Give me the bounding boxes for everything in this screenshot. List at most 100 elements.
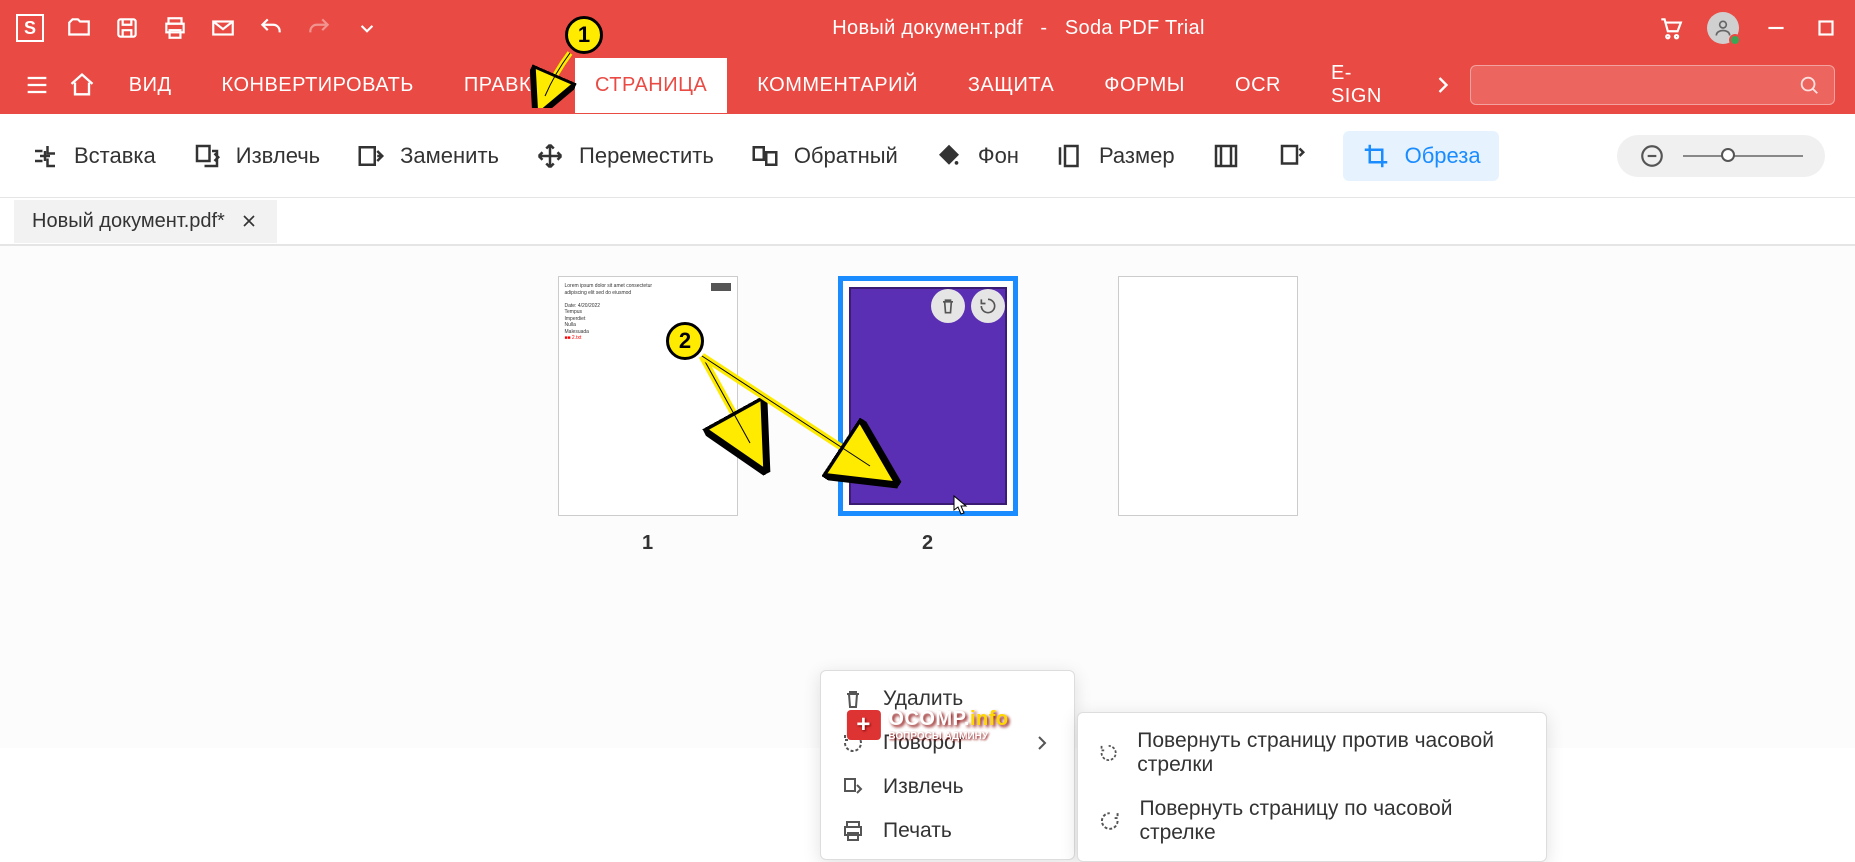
open-icon[interactable] — [66, 15, 92, 41]
workspace: Lorem ipsum dolor sit amet consecteturad… — [0, 246, 1855, 748]
search-icon — [1798, 74, 1820, 96]
pages-container: Lorem ipsum dolor sit amet consecteturad… — [0, 246, 1855, 555]
page-number-2: 2 — [922, 532, 933, 555]
minimize-icon[interactable] — [1763, 15, 1789, 41]
user-avatar[interactable] — [1707, 12, 1739, 44]
tool-move[interactable]: Переместить — [535, 141, 714, 171]
tool-margins[interactable] — [1211, 141, 1241, 171]
arrow-2a — [690, 348, 910, 498]
page-thumbnail-3[interactable] — [1118, 276, 1298, 516]
navbar: ВИД КОНВЕРТИРОВАТЬ ПРАВКА СТРАНИЦА КОММЕ… — [0, 56, 1855, 114]
reverse-icon — [750, 141, 780, 171]
layout-icon — [1277, 141, 1307, 171]
watermark-brand: OCOMP.info — [888, 708, 1008, 731]
nav-convert[interactable]: КОНВЕРТИРОВАТЬ — [202, 58, 434, 113]
nav-esign[interactable]: E-SIGN — [1311, 46, 1416, 124]
hamburger-icon[interactable] — [20, 66, 54, 104]
tabbar: Новый документ.pdf* — [0, 198, 1855, 246]
print-icon — [841, 819, 865, 843]
page-3-wrap — [1118, 276, 1298, 555]
title-doc: Новый документ.pdf — [832, 17, 1022, 39]
extract-icon — [192, 141, 222, 171]
tool-size-label: Размер — [1099, 143, 1175, 169]
app-logo[interactable]: S — [16, 14, 44, 42]
submenu-ccw[interactable]: Повернуть страницу против часовой стрелк… — [1078, 719, 1546, 787]
search-input[interactable] — [1470, 65, 1835, 105]
insert-icon — [30, 141, 60, 171]
watermark-badge: + — [846, 710, 880, 740]
chevron-right-icon — [1030, 731, 1054, 755]
zoom-thumb[interactable] — [1721, 148, 1735, 162]
mouse-cursor — [952, 494, 970, 521]
nav-ocr[interactable]: OCR — [1215, 58, 1301, 113]
close-icon[interactable] — [239, 211, 259, 231]
submenu-ccw-label: Повернуть страницу против часовой стрелк… — [1137, 729, 1526, 777]
nav-forms[interactable]: ФОРМЫ — [1084, 58, 1205, 113]
redo-icon[interactable] — [306, 15, 332, 41]
submenu-cw[interactable]: Повернуть страницу по часовой стрелке — [1078, 787, 1546, 855]
dropdown-icon[interactable] — [354, 15, 380, 41]
page-rotate-button[interactable] — [971, 289, 1005, 323]
zoom-control[interactable] — [1617, 135, 1825, 177]
nav-view[interactable]: ВИД — [109, 58, 192, 113]
toolbar: Вставка Извлечь Заменить Переместить Обр… — [0, 114, 1855, 198]
tool-insert-label: Вставка — [74, 143, 156, 169]
titlebar-right — [1657, 12, 1839, 44]
tool-background-label: Фон — [978, 143, 1019, 169]
callout-2: 2 — [666, 322, 704, 360]
rotate-ccw-icon — [1098, 741, 1119, 765]
page-2-tools — [931, 289, 1005, 323]
tool-replace-label: Заменить — [400, 143, 499, 169]
tool-extract[interactable]: Извлечь — [192, 141, 320, 171]
save-icon[interactable] — [114, 15, 140, 41]
move-icon — [535, 141, 565, 171]
cart-icon[interactable] — [1657, 15, 1683, 41]
document-tab-label: Новый документ.pdf* — [32, 210, 225, 233]
tool-extract-label: Извлечь — [236, 143, 320, 169]
maximize-icon[interactable] — [1813, 15, 1839, 41]
margins-icon — [1211, 141, 1241, 171]
rotate-cw-icon — [1098, 809, 1121, 833]
zoom-slider[interactable] — [1683, 155, 1803, 157]
callout-1: 1 — [565, 16, 603, 54]
undo-icon[interactable] — [258, 15, 284, 41]
tool-size[interactable]: Размер — [1055, 141, 1175, 171]
nav-page[interactable]: СТРАНИЦА — [575, 58, 727, 113]
nav-protect[interactable]: ЗАЩИТА — [948, 58, 1074, 113]
status-dot — [1729, 34, 1741, 46]
watermark: + OCOMP.info ВОПРОСЫ АДМИНУ — [846, 708, 1008, 742]
tool-layout[interactable] — [1277, 141, 1307, 171]
ctx-extract[interactable]: Извлечь — [821, 765, 1074, 809]
title-app: Soda PDF Trial — [1065, 17, 1205, 39]
tool-insert[interactable]: Вставка — [30, 141, 156, 171]
background-icon — [934, 141, 964, 171]
page-number-1: 1 — [642, 532, 653, 555]
tool-move-label: Переместить — [579, 143, 714, 169]
ctx-print[interactable]: Печать — [821, 809, 1074, 853]
ctx-extract-label: Извлечь — [883, 775, 964, 799]
tool-background[interactable]: Фон — [934, 141, 1019, 171]
page-delete-button[interactable] — [931, 289, 965, 323]
print-icon[interactable] — [162, 15, 188, 41]
watermark-sub: ВОПРОСЫ АДМИНУ — [888, 731, 1008, 742]
titlebar: S Новый документ.pdf - Soda PDF Trial — [0, 0, 1855, 56]
titlebar-left: S — [16, 14, 380, 42]
home-icon[interactable] — [64, 66, 98, 104]
nav-comment[interactable]: КОММЕНТАРИЙ — [737, 58, 938, 113]
submenu-cw-label: Повернуть страницу по часовой стрелке — [1139, 797, 1526, 845]
tool-reverse[interactable]: Обратный — [750, 141, 898, 171]
tool-reverse-label: Обратный — [794, 143, 898, 169]
replace-icon — [356, 141, 386, 171]
tool-crop-label: Обреза — [1405, 143, 1481, 169]
rotate-submenu: Повернуть страницу против часовой стрелк… — [1077, 712, 1547, 862]
document-tab[interactable]: Новый документ.pdf* — [14, 200, 277, 243]
arrow-1 — [530, 48, 590, 108]
email-icon[interactable] — [210, 15, 236, 41]
zoom-out-icon[interactable] — [1639, 143, 1665, 169]
crop-icon — [1361, 141, 1391, 171]
ctx-print-label: Печать — [883, 819, 952, 843]
chevron-right-icon[interactable] — [1426, 66, 1460, 104]
size-icon — [1055, 141, 1085, 171]
tool-crop[interactable]: Обреза — [1343, 131, 1499, 181]
tool-replace[interactable]: Заменить — [356, 141, 499, 171]
